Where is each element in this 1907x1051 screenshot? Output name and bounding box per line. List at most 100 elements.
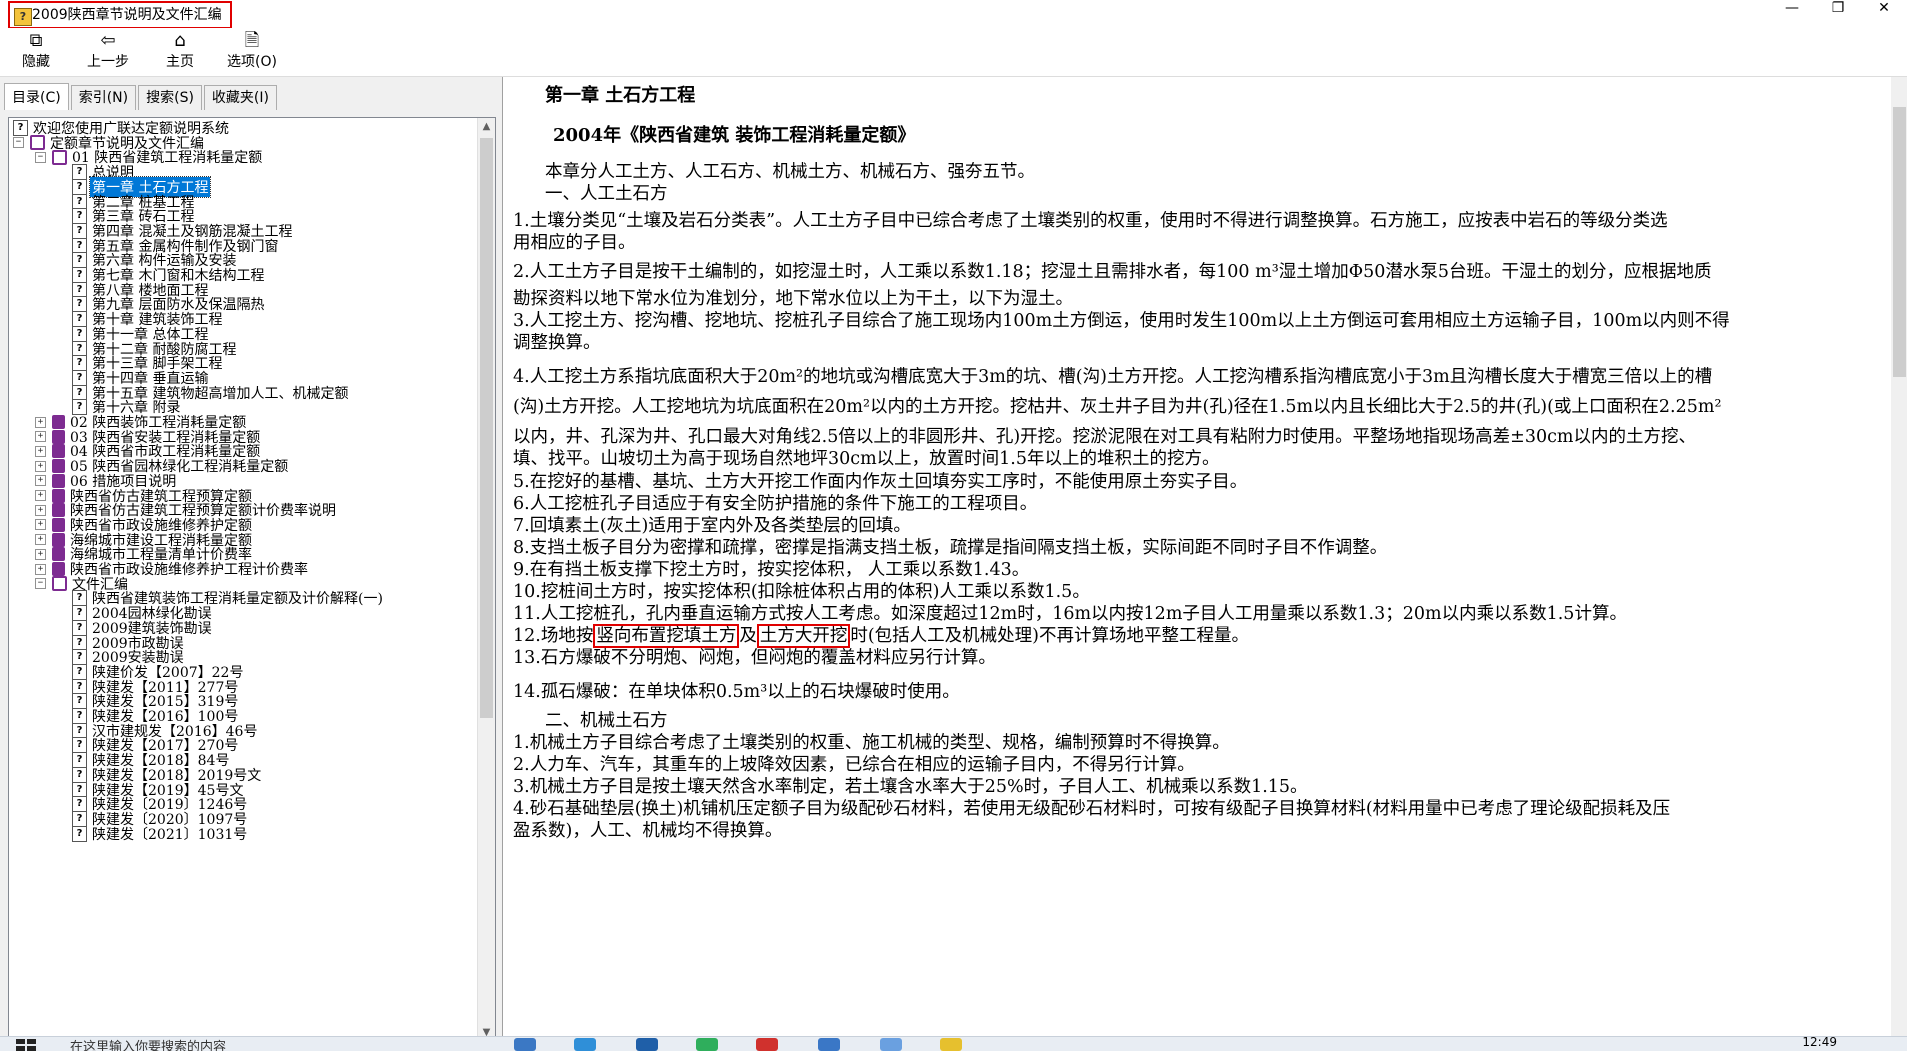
document-paragraph-line: 调整换算。 [513, 329, 601, 354]
line-text: 2.人力车、汽车，其重车的上坡降效因素，已综合在相应的运输子目内，不得另行计算。 [513, 755, 1195, 775]
line-text: 4.人工挖土方系指坑底面积大于20m²的地坑或沟槽底宽大于3m的坑、槽(沟)土方… [513, 367, 1713, 387]
window-controls: — ❐ ✕ [1769, 0, 1907, 28]
document-paragraph-line: 填、找平。山坡切土为高于现场自然地坪30cm以上，放置时间1.5年以上的堆积土的… [513, 445, 1220, 470]
minimize-button[interactable]: — [1769, 0, 1815, 28]
tree-scrollbar[interactable]: ▲ ▼ [477, 118, 495, 1041]
line-text: 13.石方爆破不分明炮、闷炮，但闷炮的覆盖材料应另行计算。 [513, 648, 996, 668]
taskbar-app-icon[interactable] [696, 1038, 718, 1051]
document-paragraph-line: 2.人工土方子目是按干土编制的，如挖湿土时，人工乘以系数1.18；挖湿土且需排水… [513, 258, 1711, 283]
chapter-title: 第一章 土石方工程 [545, 85, 696, 106]
line-text: 2.人工土方子目是按干土编制的，如挖湿土时，人工乘以系数1.18；挖湿土且需排水… [513, 262, 1712, 282]
expand-icon[interactable]: + [35, 563, 46, 575]
collapse-icon[interactable]: − [35, 578, 46, 590]
hide-button-label: 隐藏 [22, 54, 50, 70]
taskbar-search[interactable]: 在这里输入你要搜索的内容 [70, 1037, 226, 1051]
document-subtitle: 2004年《陕西省建筑 装饰工程消耗量定额》 [553, 125, 916, 146]
tab-search[interactable]: 搜索(S) [138, 85, 202, 110]
taskbar-app-icon[interactable] [940, 1038, 962, 1051]
help-page-icon: ? [72, 825, 87, 842]
nav-tabs: 目录(C) 索引(N) 搜索(S) 收藏夹(I) [4, 83, 279, 111]
home-icon: ⌂ [174, 30, 186, 51]
window-title-text: 2009陕西章节说明及文件汇编 [32, 7, 222, 23]
window-title: ? 2009陕西章节说明及文件汇编 [8, 1, 232, 29]
taskbar: 在这里输入你要搜索的内容 12:49 [0, 1036, 1907, 1051]
line-text: 5.在挖好的基槽、基坑、土方大开挖工作面内作灰土回填夯实工序时，不能使用原土夯实… [513, 472, 1248, 492]
line-text: 填、找平。山坡切土为高于现场自然地坪30cm以上，放置时间1.5年以上的堆积土的… [513, 449, 1220, 469]
start-icon[interactable] [16, 1039, 36, 1051]
line-text: 3.机械土方子目是按土壤天然含水率制定，若土壤含水率大于25%时，子目人工、机械… [513, 777, 1308, 797]
content-scrollbar-thumb[interactable] [1893, 107, 1906, 377]
taskbar-app-icon[interactable] [574, 1038, 596, 1051]
document-paragraph-line: 用相应的子目。 [513, 229, 636, 254]
contents-tree-box: ? 欢迎您使用广联达定额说明系统 − 定额章节说明及文件汇编 −01 陕西省建筑工程消耗… [8, 117, 496, 1042]
line-text: 12.场地按 [513, 626, 594, 646]
line-text: 4.砂石基础垫层(换土)机铺机压定额子目为级配砂石材料，若使用无级配砂石材料时，… [513, 799, 1671, 819]
line-text: 本章分人工土方、人工石方、机械土方、机械石方、强夯五节。 [545, 162, 1035, 182]
document-paragraph-line: 14.孤石爆破：在单块体积0.5m³以上的石块爆破时使用。 [513, 678, 960, 703]
taskbar-app-icon[interactable] [514, 1038, 536, 1051]
line-text: 7.回填素土(灰土)适用于室内外及各类垫层的回填。 [513, 516, 911, 536]
expand-icon[interactable]: + [35, 416, 46, 428]
line-text: 盈系数)，人工、机械均不得换算。 [513, 821, 783, 841]
tab-favorites[interactable]: 收藏夹(I) [203, 85, 277, 110]
expand-icon[interactable]: + [35, 504, 46, 516]
tree-item[interactable]: ? 陕建发〔2021〕1031号 [55, 825, 249, 843]
home-button-label: 主页 [166, 54, 194, 70]
restore-button[interactable]: ❐ [1815, 0, 1861, 28]
document-paragraph-line: 4.人工挖土方系指坑底面积大于20m²的地坑或沟槽底宽大于3m的坑、槽(沟)土方… [513, 363, 1712, 388]
expand-icon[interactable]: + [35, 548, 46, 560]
line-text: 时(包括人工及机械处理)不再计算场地平整工程量。 [850, 626, 1249, 646]
scroll-up-icon[interactable]: ▲ [478, 118, 495, 135]
toolbar: ⧉ 隐藏 ⇦ 上一步 ⌂ 主页 🗎 选项(O) [0, 28, 1907, 77]
expand-icon[interactable]: + [35, 445, 46, 457]
close-button[interactable]: ✕ [1861, 0, 1907, 28]
line-text: (沟)土方开挖。人工挖地坑为坑底面积在20m²以内的土方开挖。挖枯井、灰土井子目… [513, 397, 1722, 417]
collapse-icon[interactable]: − [13, 137, 24, 149]
line-text: 以内，井、孔深为井、孔口最大对角线2.5倍以上的非圆形井、孔)开挖。挖淤泥限在对… [513, 427, 1696, 447]
line-text: 8.支挡土板子目分为密撑和疏撑，密撑是指满支挡土板，疏撑是指间隔支挡土板，实际间… [513, 538, 1388, 558]
options-button[interactable]: 🗎 选项(O) [222, 30, 282, 72]
tab-index[interactable]: 索引(N) [70, 85, 137, 110]
line-text: 1.土壤分类见“土壤及岩石分类表”。人工土方子目中已综合考虑了土壤类别的权重，使… [513, 211, 1668, 231]
expand-icon[interactable]: + [35, 519, 46, 531]
content-scrollbar[interactable] [1891, 77, 1907, 1050]
collapse-icon[interactable]: − [35, 151, 46, 163]
back-arrow-icon: ⇦ [100, 30, 116, 51]
document-paragraph-line: 一、人工土石方 [545, 180, 668, 205]
line-text: 11.人工挖桩孔，孔内垂直运输方式按人工考虑。如深度超过12m时，16m以内按1… [513, 604, 1627, 624]
home-button[interactable]: ⌂ 主页 [150, 30, 210, 72]
taskbar-app-icon[interactable] [636, 1038, 658, 1051]
options-button-label: 选项(O) [227, 54, 277, 70]
scrollbar-thumb[interactable] [480, 138, 493, 718]
line-text: 一、人工土石方 [545, 184, 668, 204]
line-text: 勘探资料以地下常水位为准划分，地下常水位以上为干土，以下为湿土。 [513, 289, 1073, 309]
document-paragraph-line: (沟)土方开挖。人工挖地坑为坑底面积在20m²以内的土方开挖。挖枯井、灰土井子目… [513, 393, 1722, 418]
document-paragraph-line: 13.石方爆破不分明炮、闷炮，但闷炮的覆盖材料应另行计算。 [513, 644, 996, 669]
line-text: 二、机械土石方 [545, 711, 668, 731]
line-text: 9.在有挡土板支撑下挖土方时，按实挖体积， 人工乘以系数1.43。 [513, 560, 1030, 580]
tab-contents[interactable]: 目录(C) [4, 83, 69, 110]
expand-icon[interactable]: + [35, 460, 46, 472]
document-paragraph-line: 盈系数)，人工、机械均不得换算。 [513, 817, 782, 842]
line-text: 用相应的子目。 [513, 233, 636, 253]
expand-icon[interactable]: + [35, 475, 46, 487]
taskbar-app-icon[interactable] [818, 1038, 840, 1051]
navigation-pane: 目录(C) 索引(N) 搜索(S) 收藏夹(I) ? 欢迎您使用广联达定额说明系统… [0, 77, 498, 1050]
title-bar: ? 2009陕西章节说明及文件汇编 — ❐ ✕ [0, 0, 1907, 29]
line-text: 及 [739, 626, 757, 646]
taskbar-app-icon[interactable] [756, 1038, 778, 1051]
expand-icon[interactable]: + [35, 534, 46, 546]
expand-icon[interactable]: + [35, 490, 46, 501]
expand-icon[interactable]: + [35, 431, 46, 443]
taskbar-app-icon[interactable] [880, 1038, 902, 1051]
content-pane: 第一章 土石方工程 2004年《陕西省建筑 装饰工程消耗量定额》 本章分人工土方… [502, 77, 1907, 1050]
app-icon: ? [14, 8, 32, 26]
line-text: 10.挖桩间土方时，按实挖体积(扣除桩体积占用的体积)人工乘以系数1.5。 [513, 582, 1090, 602]
line-text: 调整换算。 [513, 333, 601, 353]
options-icon: 🗎 [244, 30, 260, 51]
line-text: 3.人工挖土方、挖沟槽、挖地坑、挖桩孔子目综合了施工现场内100m土方倒运，使用… [513, 311, 1730, 331]
back-button[interactable]: ⇦ 上一步 [78, 30, 138, 72]
back-button-label: 上一步 [87, 54, 129, 70]
hide-button[interactable]: ⧉ 隐藏 [6, 30, 66, 72]
line-text: 14.孤石爆破：在单块体积0.5m³以上的石块爆破时使用。 [513, 682, 960, 702]
